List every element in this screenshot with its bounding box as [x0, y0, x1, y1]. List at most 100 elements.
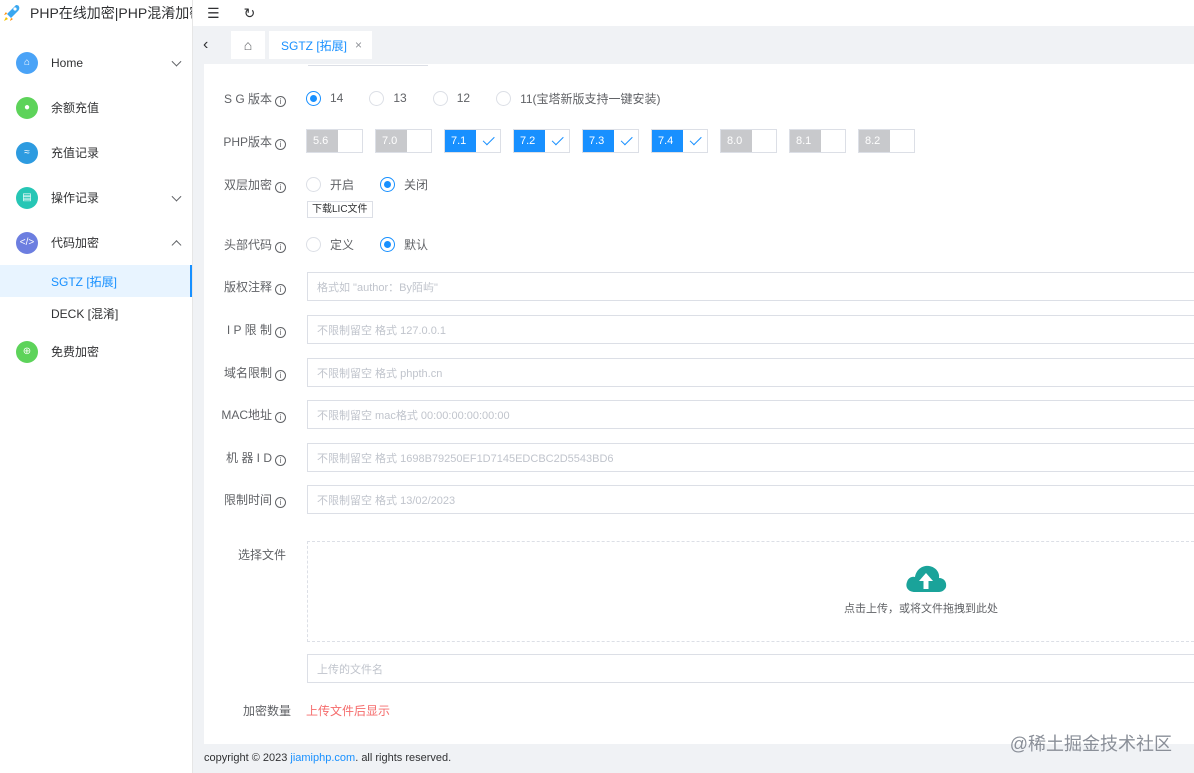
radio-sg-11[interactable]: 11(宝塔新版支持一键安装) — [496, 90, 661, 107]
upload-dropzone[interactable]: 点击上传，或将文件拖拽到此处 — [307, 541, 1194, 642]
check-icon — [689, 132, 702, 145]
record-icon: ≈ — [16, 141, 38, 164]
check-icon — [551, 132, 564, 145]
double-encrypt-row: 双层加密 i 开启 关闭 — [204, 174, 1194, 194]
radio-dot[interactable] — [432, 90, 448, 106]
close-icon[interactable]: × — [355, 38, 362, 52]
php-checkbox-7-2[interactable]: 7.2 — [513, 129, 570, 153]
sidebar-item-recharge[interactable]: ● 余额充值 — [0, 85, 192, 130]
chevron-up-icon — [171, 239, 182, 250]
top-bar: ☰ ↻ — [193, 0, 1194, 26]
time-limit-label: 限制时间 i — [204, 491, 296, 508]
php-checkbox-8-2[interactable]: 8.2 — [858, 129, 915, 153]
submenu-item-deck[interactable]: DECK [混淆] — [0, 297, 192, 329]
radio-dot[interactable] — [496, 90, 512, 106]
header-code-label: 头部代码 i — [204, 236, 296, 253]
app-title: PHP在线加密|PHP混淆加密 — [30, 5, 192, 21]
submenu-item-sgtz[interactable]: SGTZ [拓展] — [0, 265, 192, 297]
sidebar-item-recharge-records[interactable]: ≈ 充值记录 — [0, 130, 192, 175]
tab-home[interactable]: ⌂ — [231, 31, 265, 59]
radio-sg-12[interactable]: 12 — [432, 90, 470, 106]
footer-prefix: copyright © 2023 — [204, 752, 288, 764]
info-icon: i — [275, 455, 286, 466]
watermark: @稀土掘金技术社区 — [1009, 734, 1172, 754]
tab-sgtz[interactable]: SGTZ [拓展] × — [269, 31, 373, 59]
ip-limit-label: I P 限 制i — [204, 321, 296, 338]
footer-link[interactable]: jiamiphp.com — [290, 752, 355, 764]
radio-dot[interactable] — [306, 236, 321, 252]
radio-sg-13[interactable]: 13 — [369, 90, 407, 106]
refresh-icon[interactable]: ↻ — [244, 5, 256, 22]
time-limit-input[interactable]: 不限制留空 格式 13/02/2023 — [307, 485, 1194, 514]
chevron-down-icon — [171, 56, 182, 67]
main-content: S G 版本 i 14 13 12 11(宝塔新版支持一键安装) PHP版本 i 5… — [204, 64, 1194, 744]
sidebar-item-label: 代码加密 — [51, 236, 100, 250]
sidebar-item-label: 操作记录 — [51, 191, 100, 205]
radio-header-default[interactable]: 默认 — [380, 236, 428, 253]
download-lic-button[interactable]: 下载LIC文件 — [307, 201, 373, 218]
radio-dot[interactable] — [369, 90, 385, 106]
sidebar-item-label: 免费加密 — [51, 345, 100, 359]
sidebar-item-label: Home — [51, 55, 84, 70]
sg-version-label: S G 版本 i — [204, 90, 296, 107]
machine-id-input[interactable]: 不限制留空 格式 1698B79250EF1D7145EDCBC2D5543BD… — [307, 443, 1194, 472]
check-icon — [620, 132, 633, 145]
php-version-checkboxes: 5.6 7.0 7.1 7.2 7.3 7.4 8.0 8.1 8.2 — [306, 129, 915, 153]
count-row: 加密数量 上传文件后显示 — [204, 702, 390, 719]
code-icon: </> — [16, 231, 38, 254]
php-version-row: PHP版本 i 5.6 7.0 7.1 7.2 7.3 7.4 8.0 8.1 8… — [204, 129, 1194, 153]
home-icon: ⌂ — [243, 37, 253, 53]
radio-dot[interactable] — [380, 236, 396, 252]
php-version-label: PHP版本 i — [204, 133, 296, 150]
sidebar: PHP在线加密|PHP混淆加密 ⌂ Home ● 余额充值 ≈ 充值记录 ▤ 操… — [0, 0, 193, 773]
sidebar-item-free-encrypt[interactable]: ⊕ 免费加密 — [0, 329, 192, 374]
count-value: 上传文件后显示 — [306, 704, 391, 718]
sidebar-item-home[interactable]: ⌂ Home — [0, 40, 192, 85]
logo-row: PHP在线加密|PHP混淆加密 — [0, 0, 192, 26]
php-checkbox-7-0[interactable]: 7.0 — [375, 129, 432, 153]
ip-limit-input[interactable]: 不限制留空 格式 127.0.0.1 — [307, 315, 1194, 344]
info-icon: i — [275, 138, 286, 150]
file-label: 选择文件 — [237, 547, 286, 562]
copyright-input[interactable]: 格式如 "author：By陌屿" — [307, 272, 1194, 301]
filename-input[interactable]: 上传的文件名 — [307, 654, 1194, 683]
php-checkbox-8-0[interactable]: 8.0 — [720, 129, 777, 153]
home-icon: ⌂ — [16, 51, 38, 74]
php-checkbox-5-6[interactable]: 5.6 — [306, 129, 363, 153]
truncated-row — [308, 64, 428, 66]
info-icon: i — [275, 370, 286, 381]
radio-double-on[interactable]: 开启 — [306, 176, 354, 193]
info-icon: i — [275, 95, 286, 107]
upload-hint: 点击上传，或将文件拖拽到此处 — [844, 603, 998, 615]
info-icon: i — [275, 327, 286, 338]
copyright-label: 版权注释 i — [204, 278, 296, 295]
count-label: 加密数量 — [242, 704, 291, 718]
radio-double-off[interactable]: 关闭 — [380, 176, 428, 193]
domain-limit-input[interactable]: 不限制留空 格式 phpth.cn — [307, 358, 1194, 387]
radio-dot[interactable] — [306, 90, 321, 106]
php-checkbox-7-4[interactable]: 7.4 — [651, 129, 708, 153]
radio-dot[interactable] — [306, 176, 321, 192]
machine-id-label: 机 器 I Di — [204, 449, 296, 466]
php-checkbox-7-3[interactable]: 7.3 — [582, 129, 639, 153]
radio-sg-14[interactable]: 14 — [306, 90, 343, 106]
check-icon — [482, 132, 495, 145]
chevron-left-icon[interactable]: ‹ — [203, 36, 217, 54]
info-icon: i — [275, 412, 286, 423]
php-checkbox-8-1[interactable]: 8.1 — [789, 129, 846, 153]
radio-dot[interactable] — [380, 176, 396, 192]
submenu-item-label: SGTZ [拓展] — [51, 274, 118, 289]
cloud-upload-icon — [906, 565, 947, 592]
menu-fold-icon[interactable]: ☰ — [207, 5, 220, 22]
php-checkbox-7-1[interactable]: 7.1 — [444, 129, 501, 153]
radio-header-define[interactable]: 定义 — [306, 236, 354, 253]
info-icon: i — [275, 241, 286, 253]
mac-limit-input[interactable]: 不限制留空 mac格式 00:00:00:00:00:00 — [307, 400, 1194, 429]
rocket-logo-icon — [2, 3, 22, 23]
chevron-down-icon — [171, 191, 182, 202]
info-icon: i — [275, 497, 286, 508]
domain-limit-label: 域名限制 i — [204, 364, 296, 381]
sidebar-item-operation-records[interactable]: ▤ 操作记录 — [0, 175, 192, 220]
footer-suffix: . all rights reserved. — [355, 752, 452, 764]
sidebar-item-code-encrypt[interactable]: </> 代码加密 — [0, 220, 192, 265]
